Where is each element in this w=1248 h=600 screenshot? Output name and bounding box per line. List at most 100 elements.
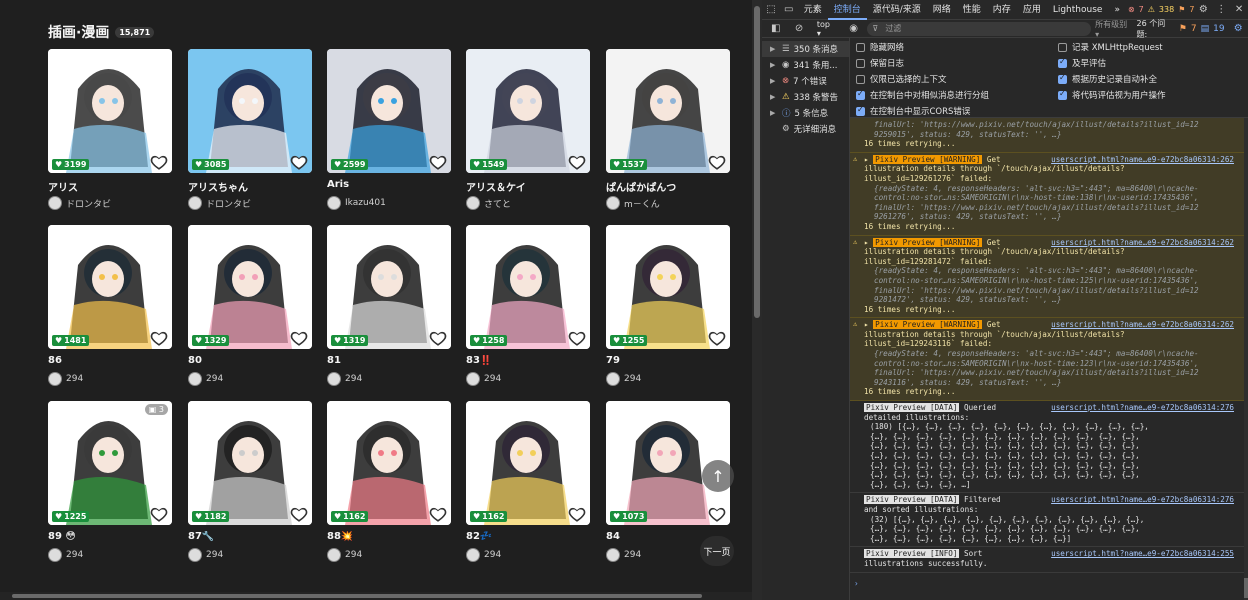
author-row[interactable]: 294 <box>188 548 312 562</box>
author-row[interactable]: 294 <box>606 372 730 386</box>
illustration-title[interactable]: アリス <box>48 179 172 192</box>
checkbox[interactable] <box>856 42 865 52</box>
console-scrollbar[interactable] <box>1244 118 1248 600</box>
author-row[interactable]: さてと <box>466 196 590 210</box>
bookmark-heart-icon[interactable] <box>568 329 586 347</box>
illustration-thumbnail[interactable]: ♥ 1549 <box>466 49 590 173</box>
author-name[interactable]: 294 <box>624 374 641 384</box>
setting-checkbox[interactable]: 将代码评估视为用户操作 <box>1058 89 1166 101</box>
illustration-thumbnail[interactable]: ♥ 1162 <box>327 401 451 525</box>
avatar[interactable] <box>327 196 341 210</box>
illustration-title[interactable]: 82💤 <box>466 531 590 544</box>
author-name[interactable]: さてと <box>484 197 511 210</box>
setting-checkbox[interactable]: 在控制台中对相似消息进行分组 <box>856 89 989 101</box>
author-row[interactable]: 294 <box>327 372 451 386</box>
illustration-card[interactable]: ♥ 1258 83‼️ 294 <box>466 225 590 386</box>
author-row[interactable]: ドロンタビ <box>188 196 312 210</box>
checkbox[interactable] <box>1058 57 1067 68</box>
bookmark-heart-icon[interactable] <box>290 329 308 347</box>
avatar[interactable] <box>48 196 62 210</box>
warning-log[interactable]: ⚠ ▸ Pixiv Preview [WARNING] Get userscript… <box>850 235 1244 319</box>
console-prompt[interactable]: › <box>850 579 1244 589</box>
bookmark-heart-icon[interactable] <box>429 153 447 171</box>
illustration-title[interactable]: 81 <box>327 355 451 368</box>
avatar[interactable] <box>188 196 202 210</box>
source-link[interactable]: userscript.html?name…e9-e72bc8a06314:276 <box>1051 403 1234 413</box>
tab-console[interactable]: 控制台 <box>827 0 867 20</box>
author-row[interactable]: 294 <box>48 548 172 562</box>
illustration-card[interactable]: ♥ 1481 86 294 <box>48 225 172 386</box>
more-tabs-button[interactable]: » <box>1108 0 1126 20</box>
source-link[interactable]: userscript.html?name…e9-e72bc8a06314:276 <box>1051 495 1234 505</box>
author-name[interactable]: 294 <box>484 550 501 560</box>
avatar[interactable] <box>606 196 620 210</box>
author-name[interactable]: Ikazu401 <box>345 198 386 208</box>
illustration-title[interactable]: 87🔧 <box>188 531 312 544</box>
author-name[interactable]: 294 <box>66 550 83 560</box>
avatar[interactable] <box>48 372 62 386</box>
setting-checkbox[interactable]: 记录 XMLHttpRequest <box>1058 41 1163 53</box>
author-name[interactable]: m－くん <box>624 197 660 210</box>
setting-checkbox[interactable]: 隐藏网络 <box>856 41 904 53</box>
bookmark-heart-icon[interactable] <box>568 505 586 523</box>
context-select[interactable]: top ▾ <box>813 20 840 38</box>
illustration-card[interactable]: ♥ 1319 81 294 <box>327 225 451 386</box>
illustration-card[interactable]: ♥ 1182 87🔧 294 <box>188 401 312 562</box>
clear-console-icon[interactable]: ⊘ <box>789 23 808 34</box>
illustration-thumbnail[interactable]: ♥ 1258 <box>466 225 590 349</box>
author-row[interactable]: ドロンタビ <box>48 196 172 210</box>
avatar[interactable] <box>466 196 480 210</box>
illustration-card[interactable]: ♥ 1329 80 294 <box>188 225 312 386</box>
eye-icon[interactable]: ◉ <box>844 23 863 34</box>
author-row[interactable]: m－くん <box>606 196 730 210</box>
author-row[interactable]: 294 <box>327 548 451 562</box>
illustration-card[interactable]: ♥ 1549 アリス＆ケイ さてと <box>466 49 590 210</box>
author-name[interactable]: 294 <box>484 374 501 384</box>
author-name[interactable]: ドロンタビ <box>66 197 111 210</box>
issues-label[interactable]: 26 个问题: <box>1137 18 1175 40</box>
author-name[interactable]: 294 <box>345 374 362 384</box>
bookmark-heart-icon[interactable] <box>708 505 726 523</box>
avatar[interactable] <box>606 548 620 562</box>
bookmark-heart-icon[interactable] <box>708 329 726 347</box>
illustration-title[interactable]: 80 <box>188 355 312 368</box>
illustration-thumbnail[interactable]: ♥ 1537 <box>606 49 730 173</box>
illustration-thumbnail[interactable]: ♥ 3199 <box>48 49 172 173</box>
kebab-menu-icon[interactable]: ⋮ <box>1212 4 1230 15</box>
illustration-thumbnail[interactable]: ♥ 3085 <box>188 49 312 173</box>
device-toolbar-icon[interactable]: ▭ <box>780 4 798 15</box>
illustration-title[interactable]: Aris <box>327 179 451 192</box>
warning-log[interactable]: ⚠ ▸ Pixiv Preview [WARNING] Get userscript… <box>850 318 1244 402</box>
checkbox[interactable] <box>856 74 865 84</box>
expand-arrow-icon[interactable]: ▶ <box>770 61 778 69</box>
expand-arrow-icon[interactable]: ▶ <box>770 45 778 53</box>
log-object-line[interactable]: {readyState: 4, responseHeaders: 'alt-sv… <box>864 184 1234 194</box>
scrollbar-thumb[interactable] <box>754 6 760 318</box>
setting-checkbox[interactable]: 及早评估 <box>1058 57 1106 69</box>
bookmark-heart-icon[interactable] <box>150 153 168 171</box>
gear-icon[interactable]: ⚙ <box>1194 4 1212 15</box>
page-horizontal-scrollbar[interactable] <box>0 592 752 600</box>
illustration-card[interactable]: ♥ 1255 79 294 <box>606 225 730 386</box>
scrollbar-thumb[interactable] <box>12 594 702 598</box>
illustration-title[interactable]: 89 😳 <box>48 531 172 544</box>
inspect-element-icon[interactable]: ⬚ <box>762 4 780 15</box>
illustration-title[interactable]: 86 <box>48 355 172 368</box>
setting-checkbox[interactable]: 仅限已选择的上下文 <box>856 73 947 85</box>
sidebar-item[interactable]: ▶ ⓘ 5 条信息 <box>762 105 849 121</box>
page-vertical-scrollbar[interactable] <box>752 0 762 600</box>
illustration-thumbnail[interactable]: ♥ 1182 <box>188 401 312 525</box>
author-name[interactable]: 294 <box>345 550 362 560</box>
tab-memory[interactable]: 内存 <box>987 0 1017 20</box>
illustration-thumbnail[interactable]: ♥ 1319 <box>327 225 451 349</box>
scroll-to-top-button[interactable]: ↑ <box>702 460 734 492</box>
avatar[interactable] <box>466 372 480 386</box>
illustration-title[interactable]: ぱんぱかぱんつ <box>606 179 730 192</box>
avatar[interactable] <box>466 548 480 562</box>
author-row[interactable]: 294 <box>466 548 590 562</box>
illustration-thumbnail[interactable]: ♥ 1162 <box>466 401 590 525</box>
illustration-card[interactable]: ♥ 1162 88💥 294 <box>327 401 451 562</box>
checkbox[interactable] <box>856 58 865 68</box>
checkbox[interactable] <box>1058 73 1067 84</box>
illustration-title[interactable]: 88💥 <box>327 531 451 544</box>
